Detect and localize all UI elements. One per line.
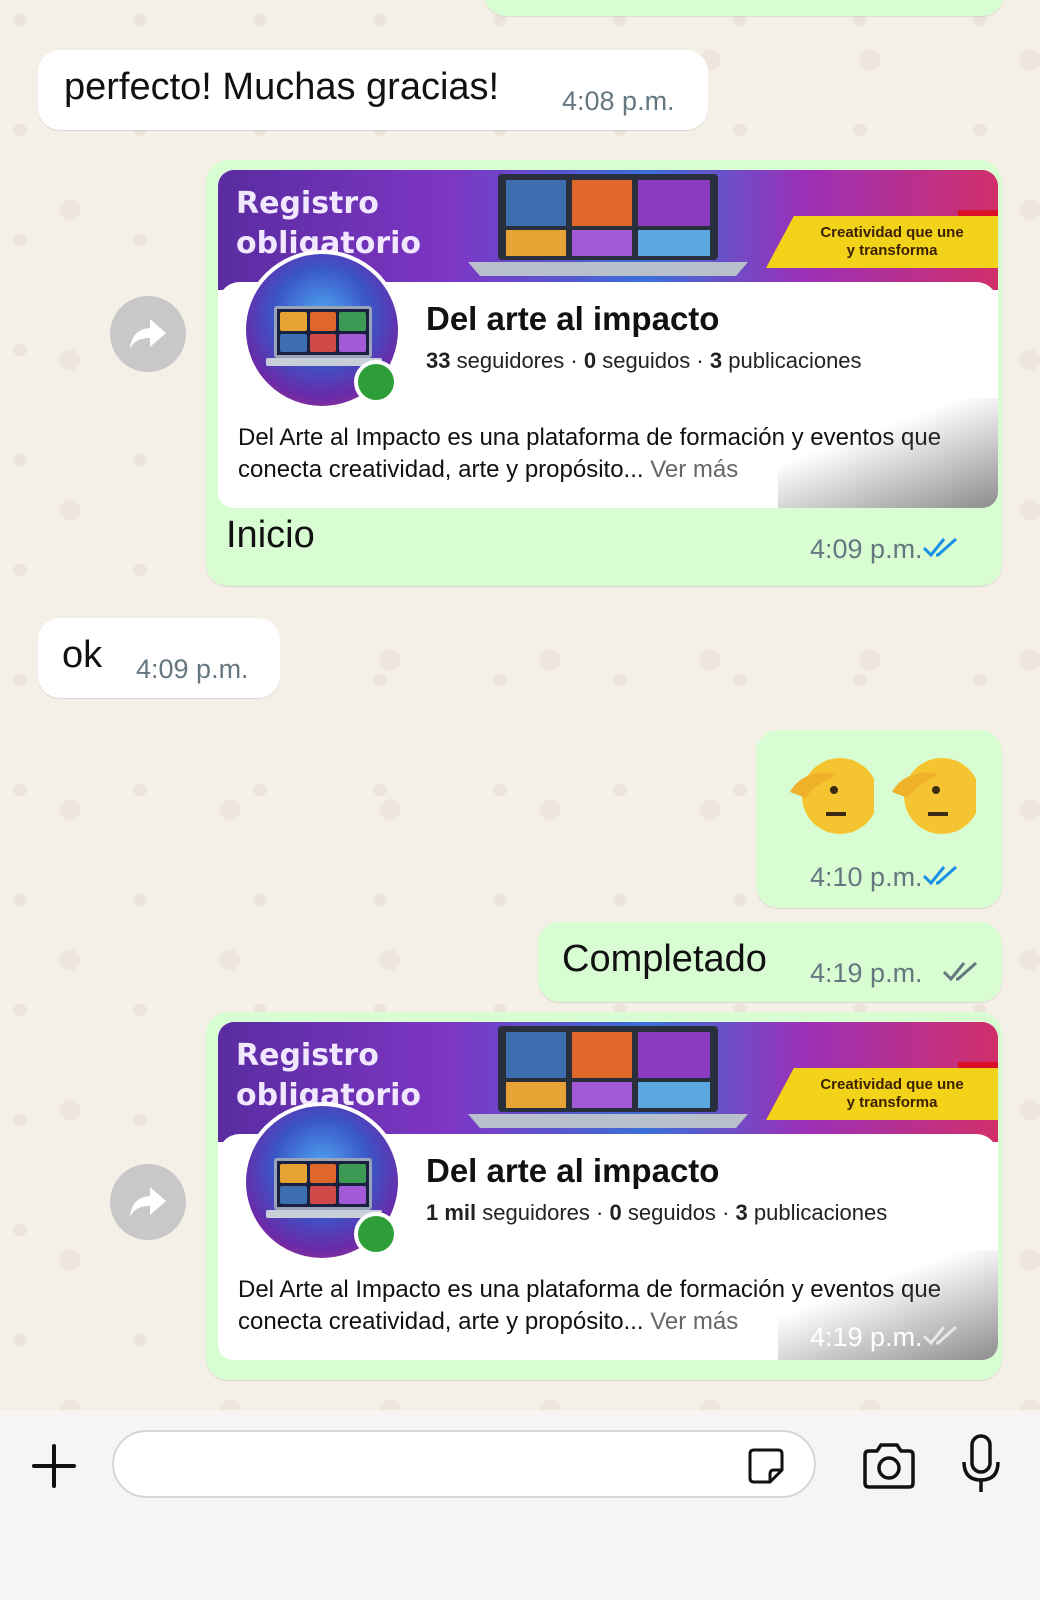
plus-icon [32, 1444, 76, 1488]
preview-title: Del arte al impacto [426, 1152, 720, 1189]
laptop-illustration [468, 1026, 748, 1128]
posts-label: publicaciones [728, 348, 862, 373]
forward-button[interactable] [110, 296, 186, 372]
preview-stats: 33 seguidores · 0 seguidos · 3 publicaci… [426, 348, 862, 373]
outgoing-link-message[interactable]: Registro obligatorio Creatividad que une [206, 1012, 1002, 1380]
message-time: 4:09 p.m. [810, 534, 923, 564]
following-count: 0 [583, 348, 597, 373]
incoming-message[interactable]: ok 4:09 p.m. [38, 618, 280, 698]
followers-label: seguidores [456, 348, 565, 373]
followers-label: seguidores [482, 1200, 590, 1225]
following-label: seguidos [627, 1200, 716, 1225]
preview-stats: 1 mil seguidores · 0 seguidos · 3 public… [426, 1200, 888, 1225]
microphone-button[interactable] [956, 1430, 1006, 1500]
forward-arrow-icon [130, 1187, 166, 1217]
outgoing-message[interactable]: Completado 4:19 p.m. [538, 922, 1002, 1002]
preview-title: Del arte al impacto [426, 300, 720, 337]
incoming-message[interactable]: perfecto! Muchas gracias! 4:08 p.m. [38, 50, 708, 130]
forward-arrow-icon [130, 319, 166, 349]
sticker-icon [748, 1448, 784, 1484]
microphone-icon [962, 1434, 1000, 1492]
preview-description: Del Arte al Impacto es una plataforma de… [238, 424, 942, 483]
posts-label: publicaciones [753, 1200, 888, 1225]
message-input[interactable] [112, 1430, 816, 1498]
read-ticks-icon [922, 865, 957, 886]
attach-button[interactable] [24, 1436, 84, 1496]
message-time: 4:19 p.m. [810, 958, 923, 988]
previous-message-bubble[interactable] [484, 0, 1004, 16]
posts-count: 3 [709, 348, 723, 373]
banner-tagline: Creatividad que une y transforma [766, 1068, 998, 1120]
camera-icon [863, 1443, 915, 1489]
message-caption: Inicio [226, 514, 315, 556]
online-status-dot [354, 1212, 398, 1256]
see-more-link[interactable]: Ver más [650, 1308, 738, 1335]
following-count: 0 [609, 1200, 622, 1225]
online-status-dot [354, 360, 398, 404]
posts-count: 3 [735, 1200, 748, 1225]
laptop-illustration [468, 174, 748, 276]
delivered-ticks-icon [922, 1325, 957, 1346]
followers-count: 33 [426, 348, 451, 373]
message-text: perfecto! Muchas gracias! [64, 66, 500, 108]
outgoing-emoji-message[interactable]: 4:10 p.m. [756, 730, 1002, 908]
salute-emoji [790, 758, 874, 834]
chat-area[interactable]: perfecto! Muchas gracias! 4:08 p.m. Regi… [0, 0, 1040, 1410]
message-time: 4:10 p.m. [810, 862, 923, 892]
camera-button[interactable] [858, 1436, 920, 1496]
message-time: 4:19 p.m. [810, 1322, 923, 1352]
read-ticks-icon [922, 537, 957, 558]
message-text: ok [62, 634, 103, 676]
salute-emoji [892, 758, 976, 834]
sticker-button[interactable] [744, 1444, 788, 1488]
salute-emoji-row [786, 752, 976, 838]
following-label: seguidos [602, 348, 691, 373]
message-time: 4:08 p.m. [562, 86, 675, 116]
link-preview-card[interactable]: Registro obligatorio Creatividad que une [218, 170, 998, 508]
followers-count: 1 mil [426, 1200, 477, 1225]
message-input-bar [0, 1410, 1040, 1600]
message-text: Completado [562, 938, 767, 980]
see-more-link[interactable]: Ver más [650, 456, 738, 483]
forward-button[interactable] [110, 1164, 186, 1240]
message-time: 4:09 p.m. [136, 654, 249, 684]
delivered-ticks-icon [942, 961, 977, 982]
outgoing-link-message[interactable]: Registro obligatorio Creatividad que une [206, 160, 1002, 586]
banner-tagline: Creatividad que une y transforma [766, 216, 998, 268]
link-preview-card[interactable]: Registro obligatorio Creatividad que une [218, 1022, 998, 1360]
